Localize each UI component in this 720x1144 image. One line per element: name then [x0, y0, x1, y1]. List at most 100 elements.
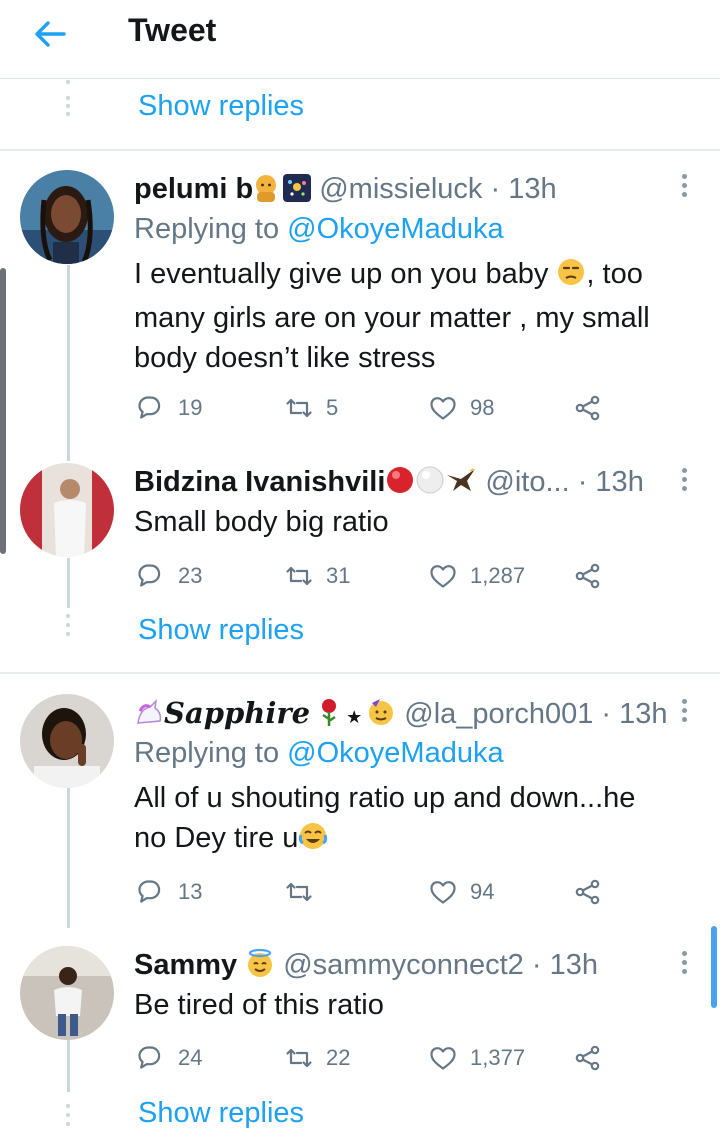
thread-line: [67, 788, 70, 928]
thread-dots: [66, 614, 70, 650]
retweet-count: 22: [326, 1045, 351, 1070]
tweet-text-line: All of u shouting ratio up and down...he: [134, 782, 636, 814]
share-icon: [575, 395, 600, 421]
retweet-button[interactable]: 31: [284, 561, 350, 591]
reply-button[interactable]: 24: [136, 1043, 202, 1073]
replying-to-label: Replying to: [134, 213, 280, 245]
replying-to: Replying to @OkoyeMaduka: [134, 213, 504, 246]
timestamp[interactable]: · 13h: [490, 173, 556, 205]
reply-count: 13: [178, 879, 203, 904]
avatar[interactable]: [20, 463, 114, 557]
reply-icon: [138, 1046, 161, 1069]
display-name[interactable]: Sammy: [134, 949, 237, 981]
like-icon: [430, 397, 456, 420]
replying-to-handle[interactable]: @OkoyeMaduka: [287, 213, 503, 245]
fireworks-emoji-icon: [283, 174, 312, 210]
tweet-header: Bidzina Ivanishvili @ito... · 13h: [134, 465, 644, 503]
display-name[interactable]: Bidzina Ivanishvili: [134, 466, 385, 498]
page-title: Tweet: [128, 12, 217, 48]
reply-icon: [138, 396, 161, 419]
user-handle[interactable]: @sammyconnect2: [283, 949, 524, 981]
like-button[interactable]: 98: [428, 393, 494, 423]
replying-to: Replying to @OkoyeMaduka: [134, 737, 504, 770]
like-button[interactable]: 1,287: [428, 561, 525, 591]
red-circle-emoji-icon: [385, 465, 415, 503]
reply-button[interactable]: 23: [136, 561, 202, 591]
share-icon: [575, 1045, 600, 1071]
show-replies-link[interactable]: Show replies: [138, 90, 304, 123]
display-name[interactable]: pelumi b: [134, 173, 253, 205]
timestamp[interactable]: · 13h: [601, 698, 667, 730]
retweet-count: 31: [326, 563, 351, 588]
thread-line: [67, 558, 70, 608]
tweet-header: pelumi b @missieluck · 13h: [134, 172, 557, 210]
unicorn-emoji-icon: [134, 698, 164, 735]
thread-line: [67, 265, 70, 461]
user-handle[interactable]: @ito...: [485, 466, 569, 498]
like-icon: [430, 1047, 456, 1070]
like-button[interactable]: 94: [428, 877, 494, 907]
share-button[interactable]: [573, 1043, 615, 1073]
share-icon: [575, 563, 600, 589]
like-count: 94: [470, 879, 495, 904]
tweet-text-line: I eventually give up on you baby: [134, 258, 549, 290]
user-handle[interactable]: @missieluck: [319, 173, 482, 205]
tweet-text-line: Be tired of this ratio: [134, 989, 384, 1021]
more-options-icon[interactable]: [682, 699, 688, 723]
tweet-text-line: body doesn’t like stress: [134, 342, 436, 374]
reply-icon: [138, 880, 161, 903]
tweet-text: Small body big ratio: [134, 502, 694, 542]
like-icon: [430, 881, 456, 904]
replying-to-label: Replying to: [134, 737, 280, 769]
retweet-count: 5: [326, 395, 339, 420]
reply-button[interactable]: 19: [136, 393, 202, 423]
like-icon: [430, 565, 456, 588]
reply-count: 19: [178, 395, 203, 420]
replying-to-handle[interactable]: @OkoyeMaduka: [287, 737, 503, 769]
tweet-text-line: Small body big ratio: [134, 506, 389, 538]
halo-face-emoji-icon: [245, 948, 275, 986]
user-handle[interactable]: @la_porch001: [404, 698, 593, 730]
timestamp[interactable]: · 13h: [578, 466, 644, 498]
back-arrow-icon[interactable]: [30, 14, 70, 54]
avatar[interactable]: [20, 170, 114, 264]
retweet-icon: [286, 398, 312, 418]
tweet-text: Be tired of this ratio: [134, 985, 694, 1025]
reply-button[interactable]: 13: [136, 877, 202, 907]
tweet-header: Sammy @sammyconnect2 · 13h: [134, 948, 598, 986]
scroll-indicator[interactable]: [711, 926, 717, 1008]
retweet-button[interactable]: 22: [284, 1043, 350, 1073]
partying-face-emoji-icon: [366, 697, 396, 735]
avatar[interactable]: [20, 694, 114, 788]
more-options-icon[interactable]: [682, 174, 688, 198]
tears-of-joy-emoji-icon: [298, 821, 328, 862]
divider: [0, 672, 720, 674]
retweet-button[interactable]: [284, 877, 326, 907]
scroll-indicator[interactable]: [0, 268, 6, 554]
retweet-button[interactable]: 5: [284, 393, 338, 423]
timestamp[interactable]: · 13h: [532, 949, 598, 981]
retweet-icon: [286, 1048, 312, 1068]
share-icon: [575, 879, 600, 905]
share-button[interactable]: [573, 877, 615, 907]
avatar[interactable]: [20, 946, 114, 1040]
show-replies-link[interactable]: Show replies: [138, 1097, 304, 1130]
share-button[interactable]: [573, 393, 615, 423]
rose-emoji-icon: [316, 697, 342, 735]
more-options-icon[interactable]: [682, 468, 688, 492]
retweet-icon: [286, 566, 312, 586]
share-button[interactable]: [573, 561, 615, 591]
unamused-face-emoji-icon: [556, 257, 586, 298]
thread-dots: [66, 1104, 70, 1134]
white-circle-emoji-icon: [415, 465, 445, 503]
thread-line: [67, 1040, 70, 1092]
divider: [0, 149, 720, 151]
tweet-text-line: , too: [586, 258, 643, 290]
show-replies-link[interactable]: Show replies: [138, 614, 304, 647]
like-count: 98: [470, 395, 495, 420]
woman-emoji-icon: [253, 172, 279, 210]
display-name[interactable]: Sapphire: [164, 696, 310, 730]
like-button[interactable]: 1,377: [428, 1043, 525, 1073]
more-options-icon[interactable]: [682, 951, 688, 975]
star-icon: ★: [346, 707, 363, 727]
